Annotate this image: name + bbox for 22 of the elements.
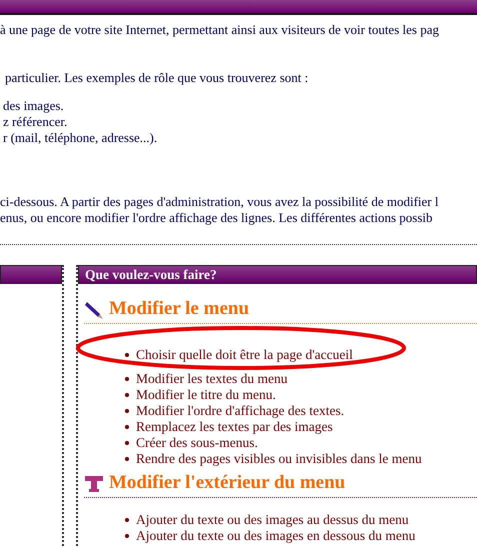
text-line: particulier. Les exemples de rôle que vous trouverez sont : — [5, 70, 308, 86]
text-line: des images. — [3, 98, 64, 114]
text-line: r (mail, téléphone, adresse...). — [3, 130, 158, 146]
list-item: Modifier l'ordre d'affichage des textes. — [78, 403, 477, 419]
text-line: enus, ou encore modifier l'ordre affichage des lignes. Les différentes actions possib — [0, 210, 433, 226]
section-title: Modifier l'extérieur du menu — [109, 472, 346, 494]
panel-header: Que voulez-vous faire? — [78, 265, 477, 284]
text-tool-icon — [84, 474, 104, 494]
list-item: Choisir quelle doit être la page d'accueil — [78, 347, 477, 363]
text-line: ci-dessous. A partir des pages d'administration, vous avez la possibilité de modifier l — [0, 194, 438, 210]
list-item: Rendre des pages visibles ou invisibles dans le menu — [78, 451, 477, 467]
list-item: Créer des sous-menus. — [78, 435, 477, 451]
list-item: Modifier les textes du menu — [78, 371, 477, 387]
section-title: Modifier le menu — [109, 298, 250, 320]
panel-header — [0, 265, 62, 284]
list-item: Ajouter du texte ou des images au dessus du menu — [78, 512, 477, 528]
text-line: z référencer. — [3, 114, 68, 130]
pencil-icon — [84, 300, 104, 320]
list-item: Remplacez les textes par des images — [78, 419, 477, 435]
text-line: à une page de votre site Internet, permettant ainsi aux visiteurs de voir toutes les pag — [0, 22, 439, 38]
list-item: Ajouter du texte ou des images en dessous du menu — [78, 528, 477, 544]
list-item: Modifier le titre du menu. — [78, 387, 477, 403]
